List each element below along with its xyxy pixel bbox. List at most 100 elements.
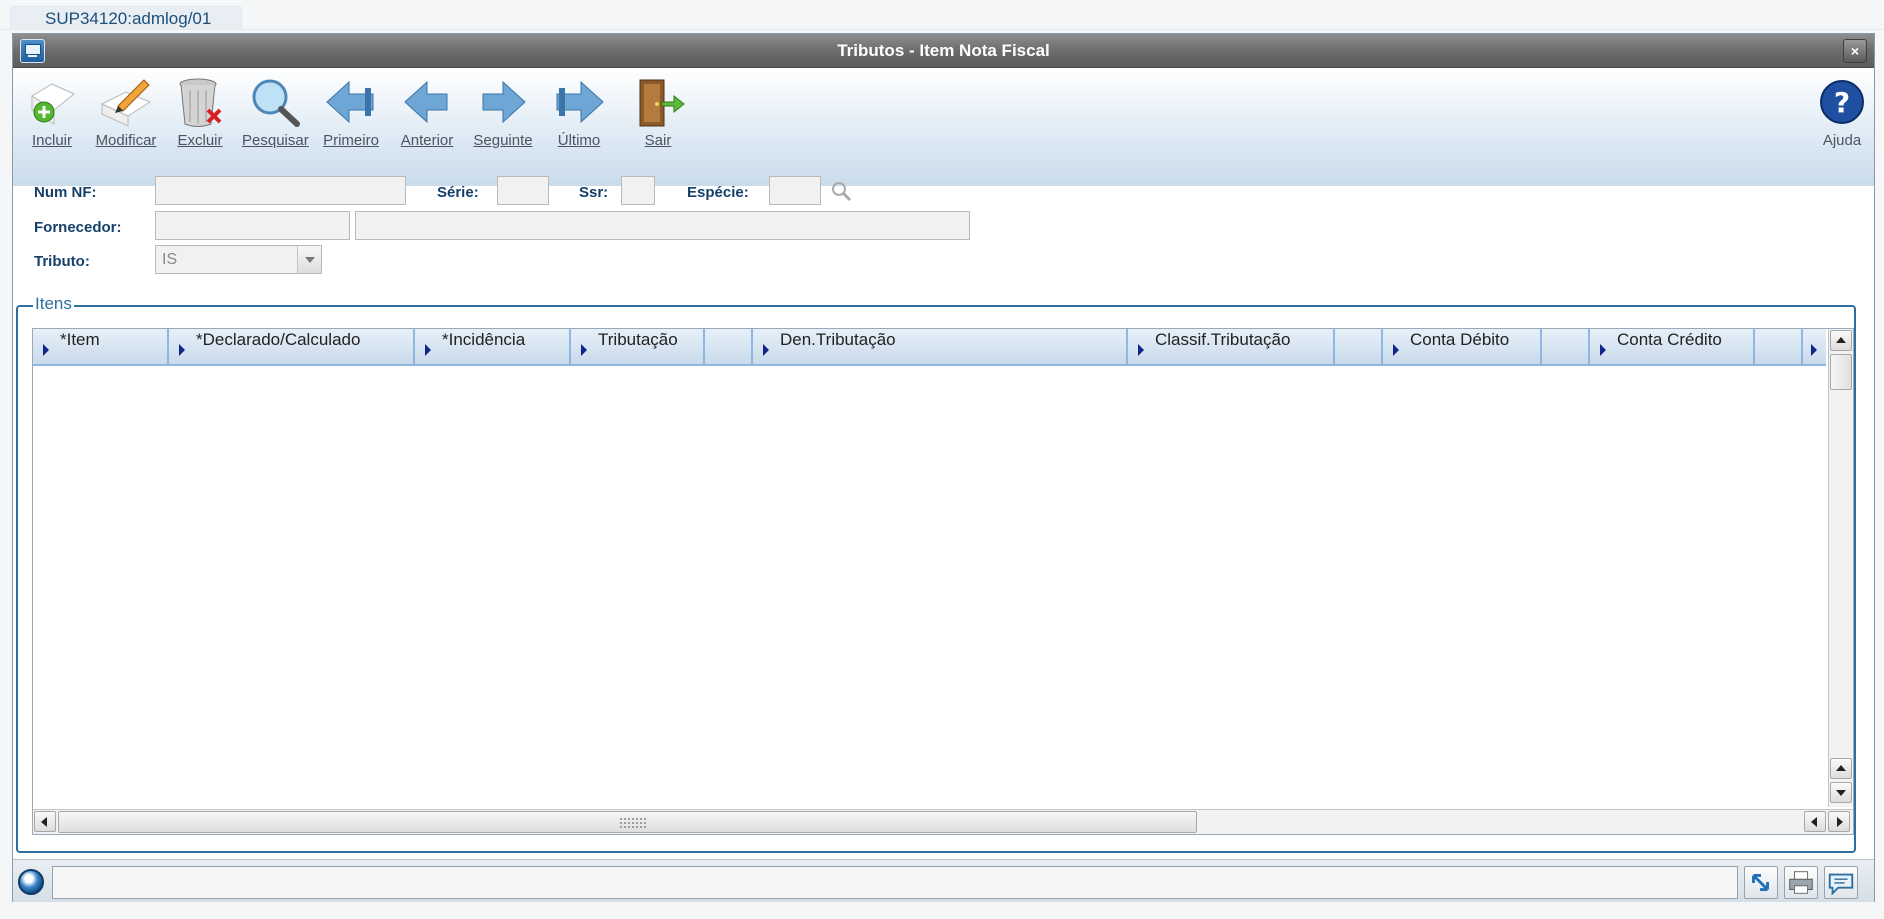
search-button[interactable]: Pesquisar xyxy=(242,76,309,149)
column-header-blank-1[interactable] xyxy=(705,329,753,364)
add-document-icon xyxy=(31,83,75,125)
column-arrow-icon xyxy=(179,344,185,356)
exit-button[interactable]: Sair xyxy=(625,76,691,149)
chat-bubble-icon xyxy=(1828,873,1854,896)
previous-arrow-icon xyxy=(404,80,448,124)
column-arrow-icon xyxy=(425,344,431,356)
items-grid[interactable]: *Item *Declarado/Calculado *Incidência T… xyxy=(32,328,1854,835)
tributo-label: Tributo: xyxy=(34,253,90,270)
vertical-scroll-thumb[interactable] xyxy=(1830,354,1852,390)
session-tab[interactable]: SUP34120:admlog/01 xyxy=(10,6,242,30)
exit-door-icon xyxy=(639,79,685,127)
previous-button[interactable]: Anterior xyxy=(394,76,460,149)
tributo-select-value: IS xyxy=(162,251,178,268)
column-arrow-icon xyxy=(1811,344,1817,356)
column-arrow-icon xyxy=(1393,344,1399,356)
horizontal-scroll-thumb[interactable] xyxy=(58,811,1197,833)
edit-document-icon xyxy=(100,79,152,127)
modify-label: Modificar xyxy=(95,132,157,149)
status-message xyxy=(52,866,1738,899)
column-header-incidencia[interactable]: *Incidência xyxy=(415,329,571,364)
delete-label: Excluir xyxy=(177,132,223,149)
column-arrow-icon xyxy=(1600,344,1606,356)
num-nf-input[interactable] xyxy=(155,176,406,205)
next-label: Seguinte xyxy=(473,132,533,149)
previous-label: Anterior xyxy=(400,132,454,149)
top-divider xyxy=(0,29,1884,30)
column-header-more[interactable] xyxy=(1803,329,1826,364)
app-logo-icon xyxy=(18,869,44,895)
next-arrow-icon xyxy=(482,80,526,124)
help-button[interactable]: ? Ajuda xyxy=(1809,76,1875,149)
include-label: Incluir xyxy=(31,132,72,149)
ssr-label: Ssr: xyxy=(579,184,609,201)
messages-button[interactable] xyxy=(1824,866,1858,899)
include-button[interactable]: Incluir xyxy=(19,76,85,149)
especie-lookup-icon[interactable] xyxy=(830,180,852,202)
num-nf-label: Num NF: xyxy=(34,184,97,201)
serie-label: Série: xyxy=(437,184,479,201)
column-header-conta-debito[interactable]: Conta Débito xyxy=(1383,329,1542,364)
resize-button[interactable] xyxy=(1744,866,1778,899)
scroll-right-button[interactable] xyxy=(1828,811,1850,832)
chevron-down-icon[interactable] xyxy=(297,246,321,273)
first-arrow-icon xyxy=(326,80,374,124)
last-button[interactable]: Último xyxy=(546,76,612,149)
scroll-up-button[interactable] xyxy=(1830,330,1852,351)
especie-input[interactable] xyxy=(769,176,821,205)
exit-label: Sair xyxy=(644,132,672,149)
horizontal-scrollbar[interactable] xyxy=(33,809,1853,834)
column-header-classif-tributacao[interactable]: Classif.Tributação xyxy=(1128,329,1335,364)
column-header-blank-3[interactable] xyxy=(1542,329,1590,364)
scroll-left-end-button[interactable] xyxy=(1804,811,1826,832)
svg-text:?: ? xyxy=(1834,86,1850,119)
search-label: Pesquisar xyxy=(242,132,309,149)
modify-button[interactable]: Modificar xyxy=(93,76,159,149)
fornecedor-label: Fornecedor: xyxy=(34,219,122,236)
column-arrow-icon xyxy=(43,344,49,356)
fornecedor-name-input[interactable] xyxy=(355,211,970,240)
vertical-scrollbar[interactable] xyxy=(1828,329,1853,807)
column-header-declarado[interactable]: *Declarado/Calculado xyxy=(169,329,415,364)
program-window: Tributos - Item Nota Fiscal × Incluir Mo… xyxy=(12,33,1875,902)
column-header-item[interactable]: *Item xyxy=(33,329,169,364)
column-header-tributacao[interactable]: Tributação xyxy=(571,329,705,364)
trash-delete-icon xyxy=(179,78,222,127)
column-header-blank-2[interactable] xyxy=(1335,329,1383,364)
window-titlebar: Tributos - Item Nota Fiscal × xyxy=(13,34,1874,68)
session-tab-label: SUP34120:admlog/01 xyxy=(45,9,212,28)
resize-arrow-icon xyxy=(1752,874,1769,891)
items-legend: Itens xyxy=(33,294,74,314)
print-button[interactable] xyxy=(1784,866,1818,899)
scroll-down-button[interactable] xyxy=(1830,782,1852,803)
column-arrow-icon xyxy=(1138,344,1144,356)
next-button[interactable]: Seguinte xyxy=(470,76,536,149)
magnifier-icon xyxy=(252,79,300,127)
help-icon: ? xyxy=(1820,80,1864,124)
printer-icon xyxy=(1789,871,1813,894)
serie-input[interactable] xyxy=(497,176,549,205)
window-title: Tributos - Item Nota Fiscal xyxy=(837,41,1050,60)
last-arrow-icon xyxy=(556,80,604,124)
ssr-input[interactable] xyxy=(621,176,655,205)
column-arrow-icon xyxy=(581,344,587,356)
column-header-den-tributacao[interactable]: Den.Tributação xyxy=(753,329,1128,364)
first-button[interactable]: Primeiro xyxy=(318,76,384,149)
delete-button[interactable]: Excluir xyxy=(167,76,233,149)
grip-icon xyxy=(619,817,647,829)
close-button[interactable]: × xyxy=(1843,39,1867,63)
fornecedor-code-input[interactable] xyxy=(155,211,350,240)
column-header-conta-credito[interactable]: Conta Crédito xyxy=(1590,329,1755,364)
grid-header: *Item *Declarado/Calculado *Incidência T… xyxy=(33,329,1826,366)
status-bar xyxy=(13,859,1874,902)
help-label: Ajuda xyxy=(1822,132,1862,149)
scroll-up-end-button[interactable] xyxy=(1830,758,1852,779)
column-arrow-icon xyxy=(763,344,769,356)
especie-label: Espécie: xyxy=(687,184,749,201)
first-label: Primeiro xyxy=(323,132,379,149)
tributo-select[interactable]: IS xyxy=(155,245,322,274)
scroll-left-button[interactable] xyxy=(34,811,56,832)
last-label: Último xyxy=(557,132,601,149)
toolbar: Incluir Modificar Excluir Pesquisar Prim… xyxy=(13,68,1874,186)
column-header-blank-4[interactable] xyxy=(1755,329,1803,364)
